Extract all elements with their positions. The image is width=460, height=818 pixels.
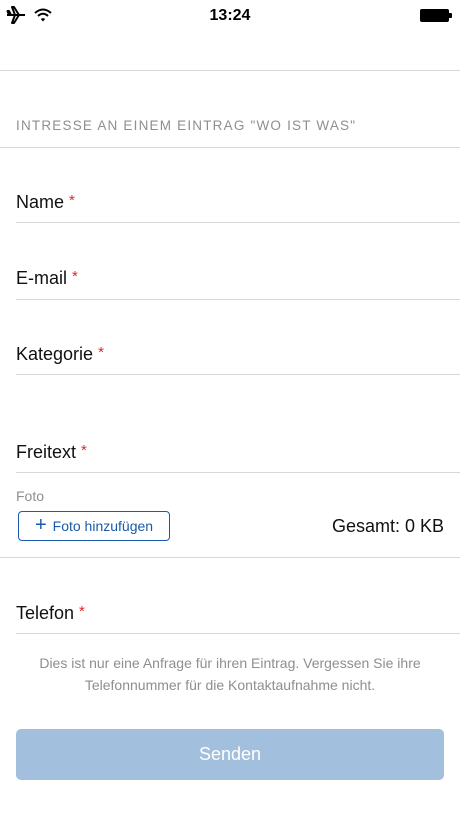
status-time: 13:24 [209, 7, 251, 24]
add-photo-button[interactable]: + Foto hinzufügen [18, 511, 170, 541]
status-bar: 13:24 [0, 0, 460, 30]
photo-label: Foto [16, 488, 45, 504]
email-label: E-mail * [16, 268, 78, 288]
required-marker: * [81, 442, 87, 459]
battery-icon [420, 9, 452, 22]
name-field[interactable]: Name * [16, 180, 460, 223]
required-marker: * [79, 603, 85, 620]
submit-label: Senden [198, 744, 262, 764]
required-marker: * [69, 192, 75, 209]
required-marker: * [98, 344, 104, 361]
name-label: Name * [16, 192, 75, 212]
freitext-field[interactable]: Freitext * [16, 428, 460, 473]
top-divider [0, 70, 460, 71]
freitext-label: Freitext * [16, 442, 87, 462]
photo-total-size: Gesamt: 0 KB [331, 516, 444, 536]
email-field[interactable]: E-mail * [16, 256, 460, 300]
hint-text: Dies ist nur eine Anfrage für ihren Eint… [39, 655, 421, 693]
section-header: INTRESSE AN EINEM EINTRAG "WO IST WAS" [16, 118, 357, 133]
kategorie-field[interactable]: Kategorie * [16, 332, 460, 375]
telefon-label: Telefon * [16, 603, 85, 623]
section-divider [0, 147, 460, 148]
submit-button[interactable]: Senden [16, 729, 444, 780]
photo-divider [0, 557, 460, 558]
plus-icon: + [34, 514, 47, 536]
telefon-field[interactable]: Telefon * [16, 592, 460, 634]
required-marker: * [72, 268, 78, 285]
kategorie-label: Kategorie * [16, 344, 104, 364]
add-photo-label: Foto hinzufügen [52, 518, 154, 534]
